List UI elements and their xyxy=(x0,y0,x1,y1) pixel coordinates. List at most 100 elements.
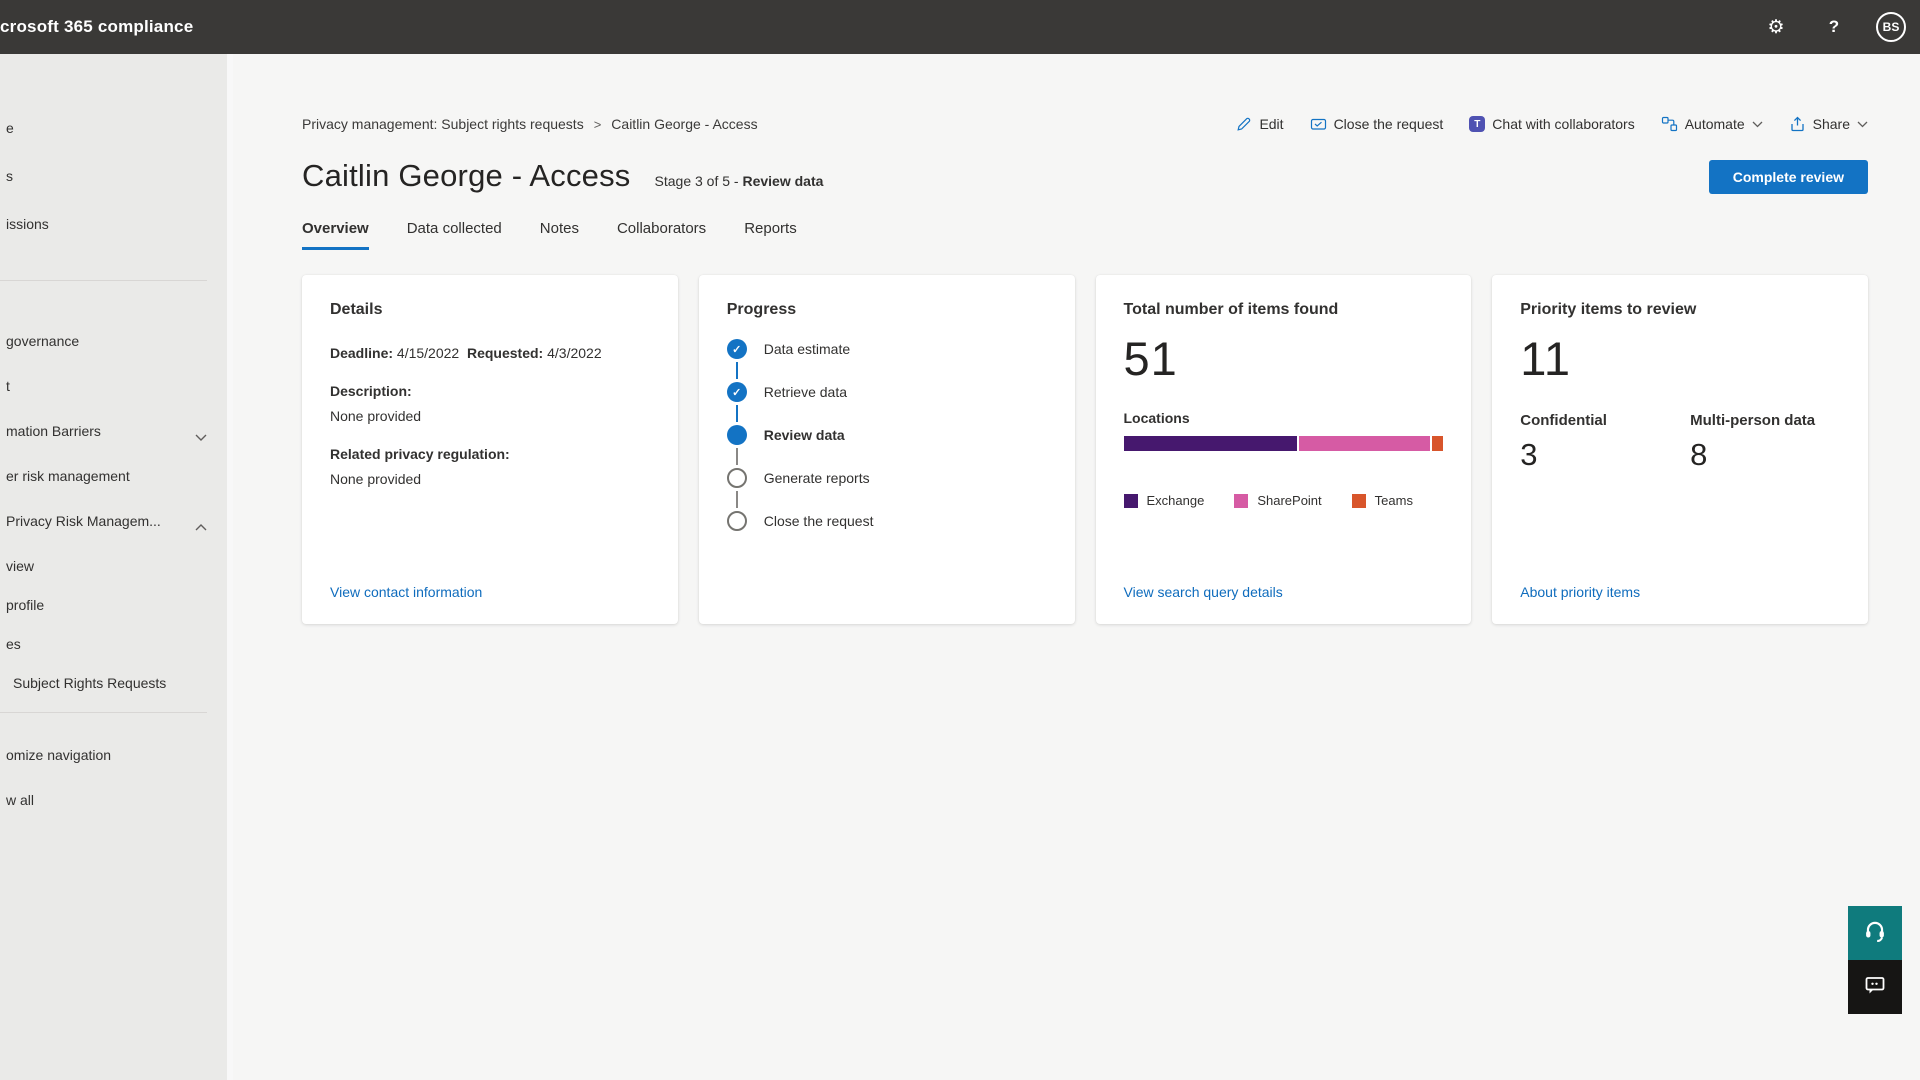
legend-sharepoint: SharePoint xyxy=(1234,493,1321,508)
progress-steps: ✓ Data estimate ✓ Retrieve data Review d… xyxy=(727,339,1047,531)
about-priority-items-link[interactable]: About priority items xyxy=(1520,584,1840,600)
feedback-button[interactable] xyxy=(1848,960,1902,1014)
stage-indicator: Stage 3 of 5 - Review data xyxy=(655,173,824,189)
sidebar-item-data-profile[interactable]: profile xyxy=(0,595,233,615)
breadcrumb-separator: > xyxy=(594,117,602,132)
step-connector xyxy=(736,448,738,465)
sidebar-item-governance[interactable]: governance xyxy=(0,331,233,351)
automate-flow-icon xyxy=(1661,116,1678,132)
chevron-down-icon xyxy=(1857,121,1868,128)
step-connector xyxy=(736,362,738,379)
breadcrumb-current: Caitlin George - Access xyxy=(611,116,757,132)
help-icon[interactable]: ? xyxy=(1818,11,1850,43)
feedback-bubble-icon xyxy=(1863,973,1887,1002)
automate-button[interactable]: Automate xyxy=(1661,116,1763,132)
chevron-down-icon xyxy=(1752,121,1763,128)
app-topbar: crosoft 365 compliance ⚙ ? BS xyxy=(0,0,1920,54)
locations-legend: Exchange SharePoint Teams xyxy=(1124,493,1444,508)
sidebar-item-show-all[interactable]: w all xyxy=(0,790,233,810)
details-card: Details Deadline: 4/15/2022 Requested: 4… xyxy=(302,275,678,624)
description-label: Description: xyxy=(330,383,650,399)
main-content: Privacy management: Subject rights reque… xyxy=(233,54,1920,1080)
step-current-icon xyxy=(727,425,747,445)
tab-reports[interactable]: Reports xyxy=(744,220,797,250)
teams-swatch xyxy=(1352,494,1366,508)
priority-items-card: Priority items to review 11 Confidential… xyxy=(1492,275,1868,624)
headset-icon xyxy=(1862,918,1888,949)
sidebar-item-home[interactable]: e xyxy=(0,118,233,138)
breadcrumb-parent[interactable]: Privacy management: Subject rights reque… xyxy=(302,116,584,132)
regulation-label: Related privacy regulation: xyxy=(330,446,650,462)
description-value: None provided xyxy=(330,408,650,424)
sidebar-item-overview[interactable]: view xyxy=(0,556,233,576)
sidebar-divider xyxy=(0,712,207,713)
chevron-down-icon xyxy=(195,426,207,441)
tab-collaborators[interactable]: Collaborators xyxy=(617,220,706,250)
tab-bar: Overview Data collected Notes Collaborat… xyxy=(302,220,1868,250)
sidebar-item-audit[interactable]: t xyxy=(0,376,233,396)
sidebar-item-permissions[interactable]: issions xyxy=(0,214,233,234)
tab-notes[interactable]: Notes xyxy=(540,220,579,250)
sidebar-item-privacy-risk-management[interactable]: Privacy Risk Managem... xyxy=(0,511,233,531)
progress-step-close-request: Close the request xyxy=(727,511,1047,531)
sidebar-divider xyxy=(0,280,207,281)
complete-review-button[interactable]: Complete review xyxy=(1709,160,1868,194)
legend-teams: Teams xyxy=(1352,493,1413,508)
bar-segment-exchange xyxy=(1124,436,1298,451)
settings-gear-icon[interactable]: ⚙ xyxy=(1760,11,1792,43)
progress-card: Progress ✓ Data estimate ✓ Retrieve data xyxy=(699,275,1075,624)
tab-overview[interactable]: Overview xyxy=(302,220,369,250)
sidebar-item-policies[interactable]: es xyxy=(0,634,233,654)
confidential-stat: Confidential 3 xyxy=(1520,410,1670,473)
progress-step-generate-reports: Generate reports xyxy=(727,468,1047,488)
view-contact-information-link[interactable]: View contact information xyxy=(330,584,650,600)
items-found-card: Total number of items found 51 Locations… xyxy=(1096,275,1472,624)
help-support-button[interactable] xyxy=(1848,906,1902,960)
share-button[interactable]: Share xyxy=(1789,116,1868,132)
progress-card-title: Progress xyxy=(727,301,1047,319)
step-pending-icon xyxy=(727,511,747,531)
bar-segment-sharepoint xyxy=(1299,436,1430,451)
sidebar-item-insider-risk-management[interactable]: er risk management xyxy=(0,466,233,486)
priority-items-total: 11 xyxy=(1520,331,1840,386)
locations-stacked-bar xyxy=(1124,436,1444,451)
close-request-button[interactable]: Close the request xyxy=(1310,116,1444,132)
floating-widgets xyxy=(1848,906,1902,1014)
sidebar-item-subject-rights-requests[interactable]: Subject Rights Requests xyxy=(0,673,233,693)
regulation-value: None provided xyxy=(330,471,650,487)
progress-step-review-data: Review data xyxy=(727,425,1047,445)
items-found-title: Total number of items found xyxy=(1124,301,1444,319)
step-connector xyxy=(736,491,738,508)
breadcrumb: Privacy management: Subject rights reque… xyxy=(302,116,758,132)
progress-step-data-estimate: ✓ Data estimate xyxy=(727,339,1047,359)
share-icon xyxy=(1789,116,1806,132)
tab-data-collected[interactable]: Data collected xyxy=(407,220,502,250)
items-found-total: 51 xyxy=(1124,331,1444,386)
user-avatar[interactable]: BS xyxy=(1876,12,1906,42)
close-request-icon xyxy=(1310,116,1327,132)
step-pending-icon xyxy=(727,468,747,488)
teams-icon: T xyxy=(1469,116,1485,132)
priority-items-title: Priority items to review xyxy=(1520,301,1840,319)
pencil-icon xyxy=(1236,116,1252,132)
exchange-swatch xyxy=(1124,494,1138,508)
step-complete-icon: ✓ xyxy=(727,339,747,359)
chevron-up-icon xyxy=(195,516,207,531)
locations-label: Locations xyxy=(1124,410,1444,426)
chat-collaborators-button[interactable]: T Chat with collaborators xyxy=(1469,116,1634,132)
view-search-query-details-link[interactable]: View search query details xyxy=(1124,584,1444,600)
legend-exchange: Exchange xyxy=(1124,493,1205,508)
page-title: Caitlin George - Access xyxy=(302,158,631,194)
sidebar-item-information-barriers[interactable]: mation Barriers xyxy=(0,421,233,441)
left-navigation: e s issions governance t mation Barriers… xyxy=(0,54,233,1080)
step-connector xyxy=(736,405,738,422)
details-card-title: Details xyxy=(330,301,650,319)
sidebar-item-customize-navigation[interactable]: omize navigation xyxy=(0,745,233,765)
sidebar-item-reports[interactable]: s xyxy=(0,166,233,186)
app-title: crosoft 365 compliance xyxy=(0,17,193,37)
edit-button[interactable]: Edit xyxy=(1236,116,1283,132)
deadline-requested-line: Deadline: 4/15/2022 Requested: 4/3/2022 xyxy=(330,345,650,361)
priority-stats: Confidential 3 Multi-person data 8 xyxy=(1520,410,1840,473)
command-bar: Edit Close the request T Chat with colla… xyxy=(1236,116,1868,132)
bar-segment-teams xyxy=(1432,436,1443,451)
